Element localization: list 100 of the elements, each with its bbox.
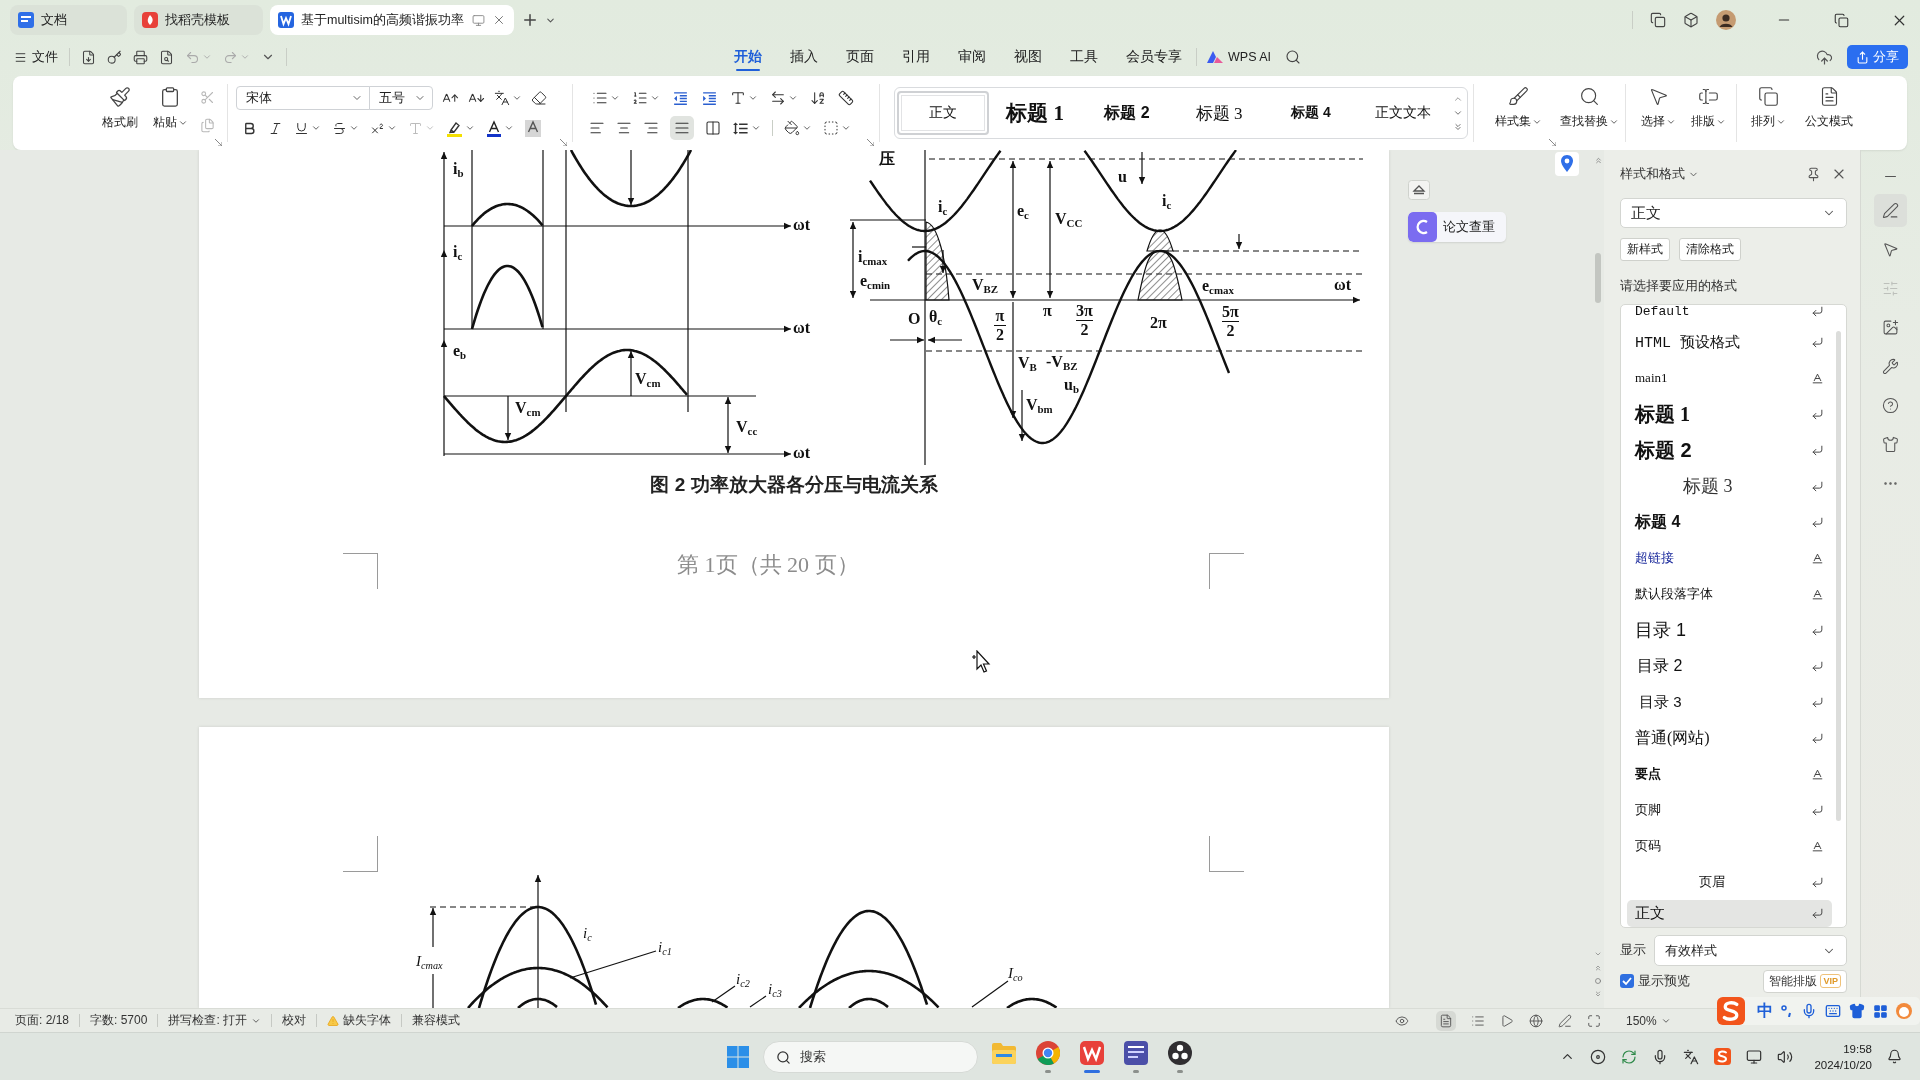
s-logo-icon[interactable] (1717, 997, 1745, 1025)
caret-icon[interactable] (465, 123, 475, 133)
start-icon[interactable] (727, 1045, 749, 1068)
zoom-level[interactable]: 150% (1616, 1013, 1681, 1028)
style-list-item[interactable]: 普通(网站) (1627, 720, 1832, 756)
wrench-icon[interactable] (1882, 357, 1899, 375)
menu-tab[interactable]: 审阅 (944, 40, 1000, 74)
scroll-down-icon[interactable] (1453, 108, 1463, 118)
smart-layout-button[interactable]: 智能排版 VIP (1763, 969, 1847, 993)
style-list-item[interactable]: 页码 (1627, 828, 1832, 864)
sort-icon[interactable] (810, 90, 826, 106)
superscript-icon[interactable] (370, 120, 385, 136)
window-tab[interactable]: 文档 (10, 5, 127, 35)
style-list-item[interactable]: HTML 预设格式 (1627, 324, 1832, 360)
browser-icon[interactable] (1036, 1040, 1060, 1065)
thesis-check-button[interactable]: 论文查重 (1408, 212, 1506, 242)
menu-tab[interactable]: 页面 (832, 40, 888, 74)
disc-icon[interactable] (1590, 1048, 1607, 1065)
image-icon[interactable] (1882, 318, 1899, 336)
ruler-icon[interactable] (838, 90, 854, 106)
ribbon-tool-button[interactable]: 公文模式 (1794, 76, 1864, 150)
style-list-item[interactable]: 目录 3 (1627, 684, 1832, 720)
location-pin-icon[interactable] (1555, 152, 1579, 176)
scrollbar-thumb[interactable] (1595, 253, 1601, 303)
font-name-select[interactable]: 宋体 (236, 86, 370, 110)
caret-icon[interactable] (748, 93, 758, 103)
shirt-icon[interactable] (1849, 1003, 1865, 1019)
underline-icon[interactable] (294, 120, 309, 136)
font-size-select[interactable]: 五号 (369, 86, 433, 110)
panel-button[interactable]: 清除格式 (1679, 238, 1741, 261)
dialog-launcher-icon[interactable] (1549, 139, 1556, 146)
page-view-icon[interactable] (1436, 1010, 1456, 1031)
style-gallery-item[interactable]: 标题 1 (989, 91, 1081, 135)
scrollbar-thumb[interactable] (1836, 331, 1841, 821)
style-list-item[interactable]: 超链接 (1627, 540, 1832, 576)
play-icon[interactable] (1500, 1013, 1514, 1028)
style-list-item[interactable]: 目录 2 (1627, 648, 1832, 684)
taskbar-search-field[interactable]: 搜索 (763, 1040, 978, 1073)
panel-title[interactable]: 样式和格式 (1620, 165, 1699, 183)
bullet-list-icon[interactable] (592, 90, 608, 106)
eraser-icon[interactable] (531, 90, 547, 106)
paste-button[interactable]: 粘贴 (148, 76, 192, 131)
caret-icon[interactable] (349, 123, 359, 133)
style-list-item[interactable]: 目录 1 (1627, 612, 1832, 648)
eject-icon[interactable] (1408, 180, 1430, 200)
style-gallery-item[interactable]: 标题 3 (1173, 91, 1265, 135)
print-preview-icon[interactable] (159, 49, 174, 65)
current-style-select[interactable]: 正文 (1620, 198, 1847, 228)
caret-icon[interactable] (610, 93, 620, 103)
dialog-launcher-icon[interactable] (560, 139, 567, 146)
dialog-launcher-icon[interactable] (215, 139, 222, 146)
swap-icon[interactable] (770, 90, 786, 106)
style-list-item[interactable]: 页脚 (1627, 792, 1832, 828)
translate-icon[interactable] (494, 90, 510, 106)
style-gallery-item[interactable]: 标题 4 (1265, 91, 1357, 135)
style-list-item[interactable]: 要点 (1627, 756, 1832, 792)
increase-indent-icon[interactable] (701, 89, 718, 107)
circle-icon[interactable] (1595, 978, 1601, 984)
speaker-icon[interactable] (1777, 1048, 1794, 1065)
avatar-icon[interactable] (1716, 10, 1736, 30)
keyboard-icon[interactable] (1825, 1003, 1841, 1019)
dialog-launcher-icon[interactable] (867, 139, 874, 146)
notification-icon[interactable] (1887, 1049, 1902, 1064)
panel-button[interactable]: 新样式 (1620, 238, 1670, 261)
italic-icon[interactable] (268, 120, 283, 136)
save-icon[interactable] (81, 49, 96, 65)
caret-icon[interactable] (788, 93, 798, 103)
clock[interactable]: 19:58 2024/10/20 (1814, 1040, 1872, 1073)
menu-icon[interactable] (14, 50, 27, 64)
caret-icon[interactable] (504, 123, 514, 133)
align-right-icon[interactable] (643, 120, 659, 136)
w-logo-icon[interactable] (1080, 1040, 1104, 1065)
style-list-item[interactable]: 正文 (1627, 900, 1832, 927)
ribbon-tool-button[interactable]: 样式集 (1487, 76, 1549, 150)
justify-icon[interactable] (670, 116, 694, 140)
columns-icon[interactable] (705, 120, 721, 136)
wps-ai-button[interactable]: WPS AI (1207, 50, 1272, 64)
translate-icon[interactable] (1683, 1048, 1700, 1065)
style-gallery-item[interactable]: 正文文本 (1357, 91, 1449, 135)
style-list-item[interactable]: Default (1627, 305, 1832, 324)
menu-tab[interactable]: 引用 (888, 40, 944, 74)
style-list-item[interactable]: 页眉 (1627, 864, 1832, 900)
ribbon-tool-button[interactable]: 排版 (1685, 76, 1731, 150)
caret-icon[interactable] (841, 123, 851, 133)
bold-icon[interactable] (242, 120, 257, 136)
letter-t-icon[interactable] (730, 90, 746, 106)
show-filter-select[interactable]: 有效样式 (1654, 935, 1847, 966)
s-logo-icon[interactable] (1714, 1048, 1732, 1065)
caret-icon[interactable] (311, 123, 321, 133)
sync-icon[interactable] (1621, 1048, 1638, 1065)
pen-icon[interactable] (1874, 193, 1907, 227)
caret-icon[interactable] (802, 123, 812, 133)
print-icon[interactable] (133, 49, 148, 65)
menu-tab[interactable]: 工具 (1056, 40, 1112, 74)
monitor-icon[interactable] (1746, 1048, 1763, 1065)
menu-tab[interactable]: 开始 (720, 40, 776, 74)
shirt-icon[interactable] (1882, 435, 1899, 453)
fit-page-icon[interactable] (1587, 1013, 1601, 1028)
character-shading-icon[interactable] (525, 119, 541, 137)
style-gallery-item[interactable]: 标题 2 (1081, 91, 1173, 135)
